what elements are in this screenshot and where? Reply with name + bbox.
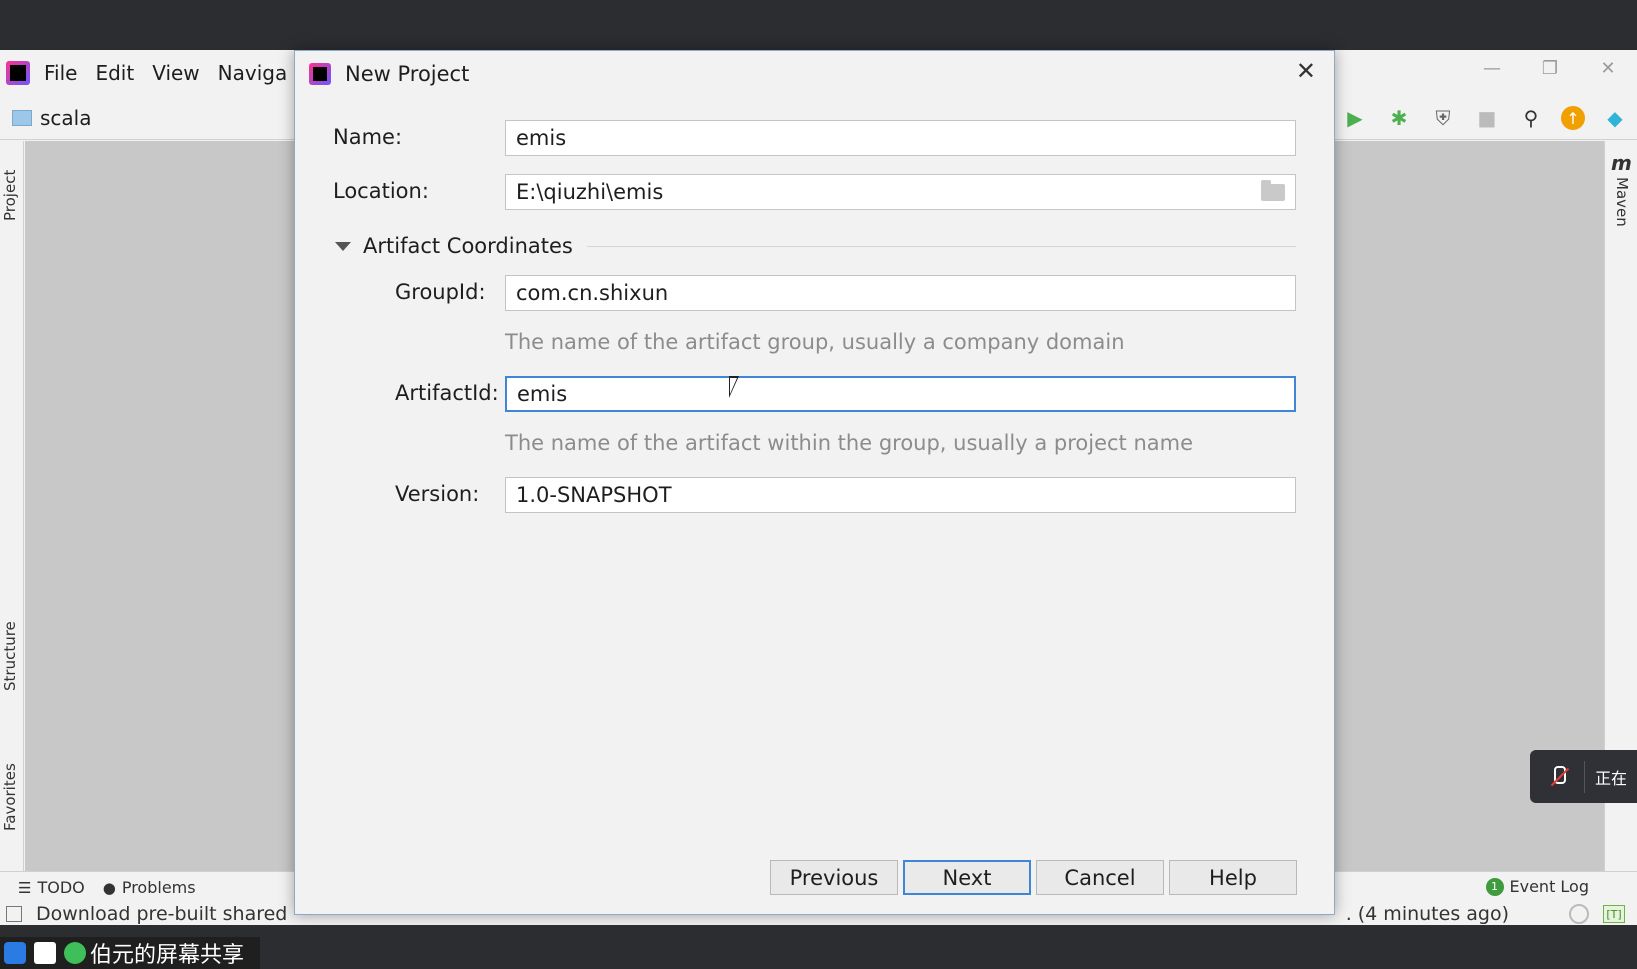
section-divider [586, 245, 1296, 247]
mouse-pointer-icon [729, 376, 739, 398]
problems-tab[interactable]: ● Problems [103, 878, 196, 897]
close-window-icon[interactable]: ✕ [1579, 50, 1637, 86]
next-button[interactable]: Next [903, 860, 1031, 895]
help-button[interactable]: Help [1169, 860, 1297, 895]
todo-label: TODO [37, 878, 85, 897]
screen-share-toast[interactable]: 正在 [1530, 750, 1637, 803]
screen-share-indicator[interactable]: 伯元的屏幕共享 [0, 937, 260, 969]
cancel-button[interactable]: Cancel [1036, 860, 1164, 895]
update-icon[interactable]: ↑ [1561, 106, 1585, 130]
favorites-tool-tab[interactable]: Favorites [1, 763, 19, 831]
artifactid-label: ArtifactId: [395, 381, 499, 405]
plugin-icon[interactable]: ◆ [1601, 104, 1629, 132]
main-toolbar: ▶ ✱ ⛨ ■ ⚲ ↑ ◆ [1333, 96, 1637, 140]
left-tool-strip: Project Structure Favorites [0, 141, 24, 871]
menu-edit[interactable]: Edit [95, 61, 134, 85]
name-label: Name: [333, 125, 403, 149]
artifactid-hint: The name of the artifact within the grou… [505, 431, 1194, 455]
intellij-logo-icon [6, 61, 30, 85]
section-title: Artifact Coordinates [363, 234, 573, 258]
run-icon[interactable]: ▶ [1341, 104, 1369, 132]
person-icon [4, 942, 26, 964]
search-icon[interactable]: ⚲ [1517, 104, 1545, 132]
structure-tool-tab[interactable]: Structure [1, 621, 19, 691]
menu-file[interactable]: File [44, 61, 77, 85]
info-icon: ● [102, 878, 116, 897]
cancel-button-label: Cancel [1064, 865, 1136, 890]
screen-icon [34, 942, 56, 964]
microphone-icon [64, 942, 86, 964]
dialog-title: New Project [345, 62, 470, 86]
new-project-dialog: New Project ✕ Name: emis Location: E:\qi… [294, 50, 1335, 915]
todo-tab[interactable]: ☰ TODO [18, 878, 85, 897]
collapse-triangle-icon [335, 241, 351, 251]
mic-muted-icon[interactable] [1548, 765, 1568, 788]
intellij-logo-icon [309, 63, 331, 85]
problems-label: Problems [121, 878, 196, 897]
groupid-hint: The name of the artifact group, usually … [505, 330, 1125, 354]
groupid-input[interactable]: com.cn.shixun [505, 275, 1296, 311]
restore-icon[interactable]: ❐ [1521, 50, 1579, 86]
help-button-label: Help [1209, 865, 1257, 890]
status-message: Download pre-built shared [36, 903, 288, 925]
status-toggle-icon[interactable] [6, 906, 22, 922]
event-count-badge: 1 [1485, 877, 1504, 896]
menu-view[interactable]: View [152, 61, 199, 85]
close-icon[interactable]: ✕ [1296, 57, 1316, 85]
previous-button-label: Previous [789, 865, 879, 890]
next-button-label: Next [942, 865, 992, 890]
name-input[interactable]: emis [505, 120, 1296, 156]
status-right: . (4 minutes ago) [T] [1346, 903, 1637, 925]
event-log-tab[interactable]: 1 Event Log [1485, 877, 1590, 896]
event-log-label: Event Log [1509, 877, 1590, 896]
maven-icon: m [1611, 151, 1632, 175]
status-time: . (4 minutes ago) [1345, 903, 1509, 925]
browse-folder-icon[interactable] [1261, 180, 1285, 201]
screen-share-label: 伯元的屏幕共享 [90, 943, 245, 968]
window-controls: — ❐ ✕ [1463, 50, 1637, 86]
version-label: Version: [395, 482, 480, 506]
location-value: E:\qiuzhi\emis [516, 180, 664, 204]
stop-icon[interactable]: ■ [1473, 104, 1501, 132]
previous-button[interactable]: Previous [770, 860, 898, 895]
project-tool-tab[interactable]: Project [1, 170, 19, 221]
project-name[interactable]: scala [40, 106, 91, 130]
artifactid-input[interactable]: emis [505, 376, 1296, 412]
screen-share-top-frame [0, 0, 1637, 50]
debug-icon[interactable]: ✱ [1385, 104, 1413, 132]
groupid-label: GroupId: [395, 280, 486, 304]
minimize-icon[interactable]: — [1463, 50, 1521, 86]
project-folder-icon [12, 109, 32, 126]
toast-divider [1584, 760, 1585, 793]
list-icon: ☰ [18, 878, 32, 897]
menu-navigate[interactable]: Naviga [218, 61, 288, 85]
coverage-icon[interactable]: ⛨ [1429, 104, 1457, 132]
inspection-icon[interactable] [1569, 904, 1589, 924]
status-badge[interactable]: [T] [1603, 905, 1625, 923]
location-label: Location: [333, 179, 429, 203]
artifact-coordinates-section[interactable]: Artifact Coordinates [335, 231, 1296, 261]
maven-tool-tab[interactable]: Maven [1613, 177, 1631, 227]
dialog-title-bar: New Project ✕ [295, 51, 1334, 97]
version-input[interactable]: 1.0-SNAPSHOT [505, 477, 1296, 513]
toast-text: 正在 [1595, 768, 1628, 788]
location-input[interactable]: E:\qiuzhi\emis [505, 174, 1296, 210]
